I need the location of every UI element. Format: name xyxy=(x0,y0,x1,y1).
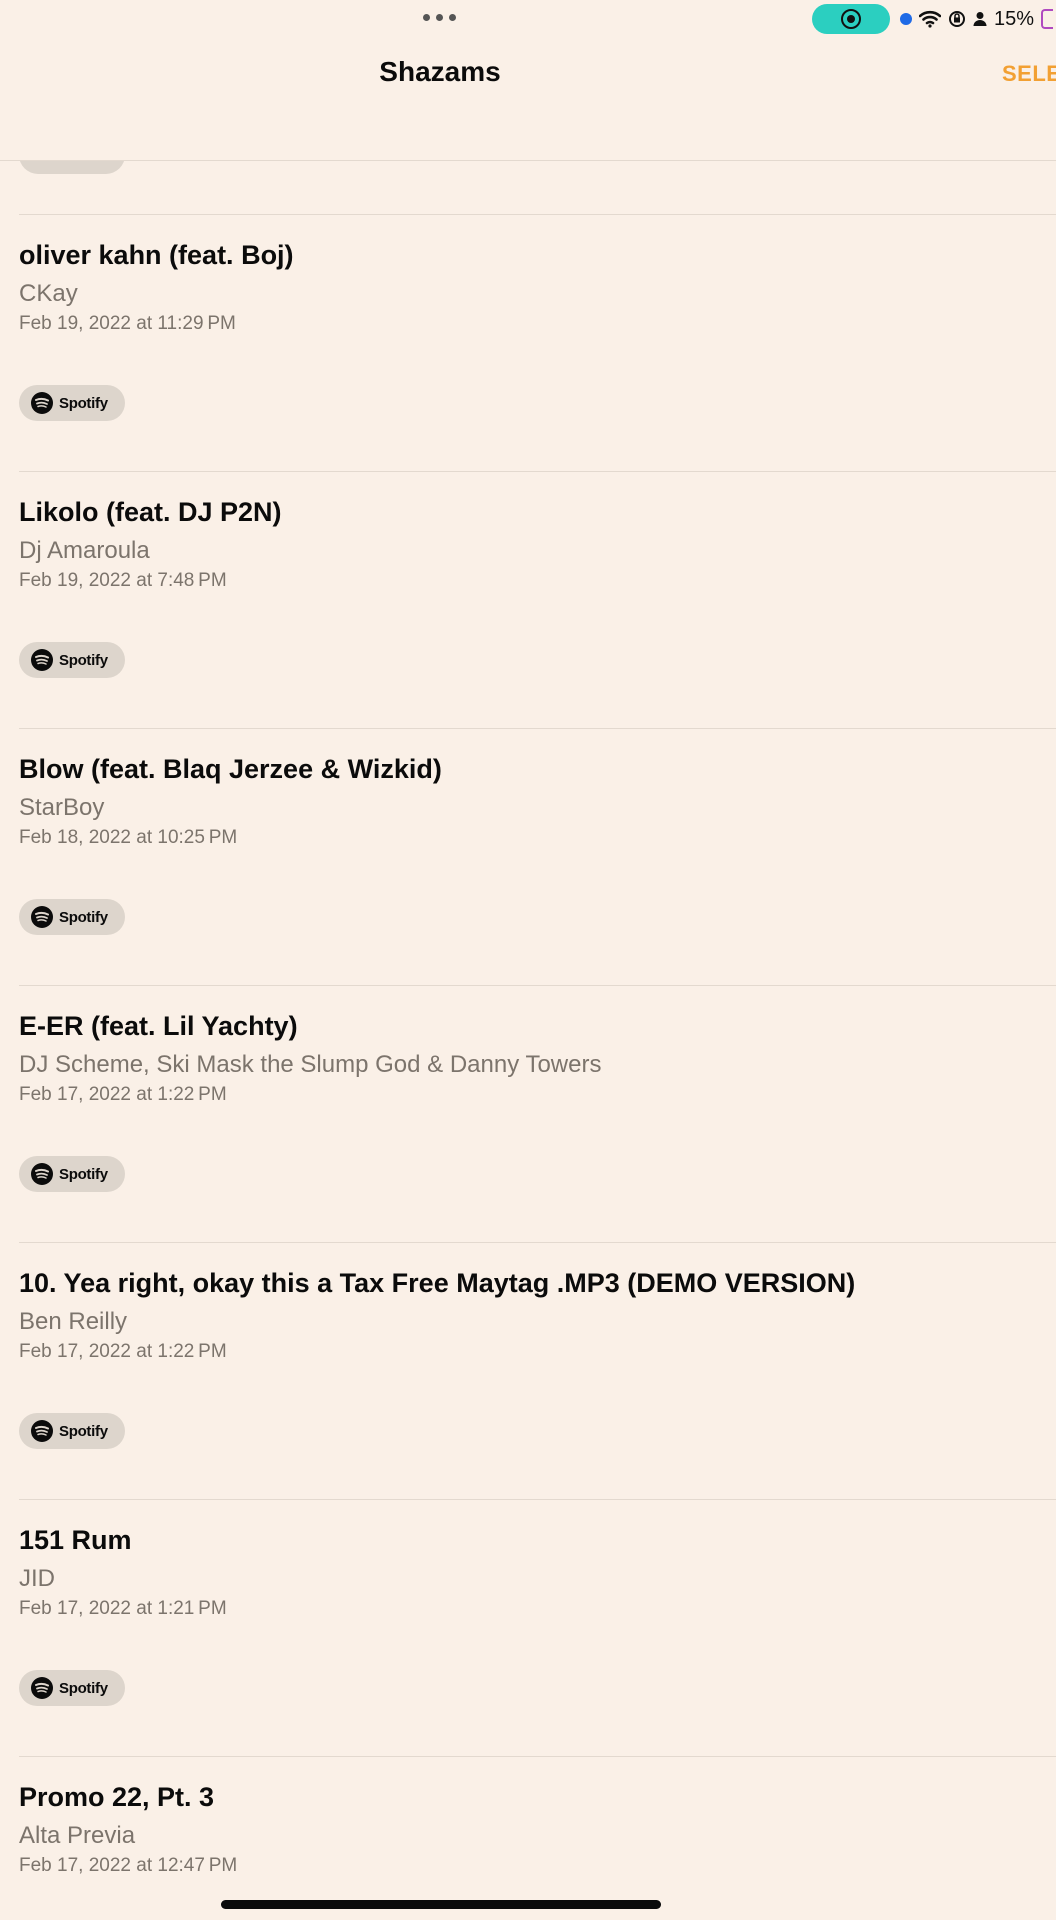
song-artist: CKay xyxy=(19,280,78,307)
status-icons: 15% xyxy=(900,6,1054,32)
header-divider xyxy=(0,160,1056,161)
list-item[interactable]: oliver kahn (feat. Boj) CKay Feb 19, 202… xyxy=(0,214,1056,471)
song-title: 151 Rum xyxy=(19,1525,132,1555)
song-title: E-ER (feat. Lil Yachty) xyxy=(19,1011,298,1041)
location-dot-icon xyxy=(900,13,912,25)
spotify-icon xyxy=(31,392,53,414)
status-bar: 15% xyxy=(0,0,1056,40)
select-button[interactable]: SELE xyxy=(1002,61,1056,87)
song-title: Blow (feat. Blaq Jerzee & Wizkid) xyxy=(19,754,442,784)
battery-percentage: 15% xyxy=(994,7,1035,30)
song-artist: Alta Previa xyxy=(19,1822,136,1849)
page-title: Shazams xyxy=(379,56,501,87)
list-item[interactable]: Blow (feat. Blaq Jerzee & Wizkid) StarBo… xyxy=(0,728,1056,985)
spotify-label: Spotify xyxy=(59,1422,108,1440)
spotify-label: Spotify xyxy=(59,651,108,669)
shazam-date: Feb 17, 2022 at 1:21 PM xyxy=(19,1598,227,1619)
list-item[interactable]: Promo 22, Pt. 3 Alta Previa Feb 17, 2022… xyxy=(0,1756,1056,1920)
battery-icon xyxy=(1041,9,1054,29)
shazam-date: Feb 19, 2022 at 7:48 PM xyxy=(19,570,227,591)
song-artist: StarBoy xyxy=(19,794,105,821)
spotify-button-partial[interactable] xyxy=(19,161,125,174)
open-in-spotify-button[interactable]: Spotify xyxy=(19,385,125,421)
more-dots-icon[interactable] xyxy=(423,14,456,21)
list-item[interactable]: 151 Rum JID Feb 17, 2022 at 1:21 PM Spot… xyxy=(0,1499,1056,1756)
wifi-icon xyxy=(919,10,941,28)
spotify-label: Spotify xyxy=(59,1679,108,1697)
screen-record-indicator[interactable] xyxy=(812,4,890,34)
list-item[interactable]: Likolo (feat. DJ P2N) Dj Amaroula Feb 19… xyxy=(0,471,1056,728)
shazam-date: Feb 17, 2022 at 1:22 PM xyxy=(19,1341,227,1362)
orientation-lock-icon xyxy=(949,11,965,27)
spotify-icon xyxy=(31,1163,53,1185)
song-artist: JID xyxy=(19,1565,55,1592)
song-artist: Dj Amaroula xyxy=(19,537,150,564)
list-item[interactable]: E-ER (feat. Lil Yachty) DJ Scheme, Ski M… xyxy=(0,985,1056,1242)
spotify-label: Spotify xyxy=(59,908,108,926)
open-in-spotify-button[interactable]: Spotify xyxy=(19,1156,125,1192)
song-title: 10. Yea right, okay this a Tax Free Mayt… xyxy=(19,1268,856,1298)
spotify-icon xyxy=(31,649,53,671)
spotify-icon xyxy=(31,1677,53,1699)
song-title: oliver kahn (feat. Boj) xyxy=(19,240,294,270)
shazam-date: Feb 19, 2022 at 11:29 PM xyxy=(19,313,236,334)
person-icon xyxy=(973,12,987,26)
song-title: Promo 22, Pt. 3 xyxy=(19,1782,215,1812)
spotify-icon xyxy=(31,1420,53,1442)
shazam-date: Feb 17, 2022 at 12:47 PM xyxy=(19,1855,238,1876)
spotify-label: Spotify xyxy=(59,394,108,412)
home-indicator[interactable] xyxy=(221,1900,661,1909)
spotify-icon xyxy=(31,906,53,928)
open-in-spotify-button[interactable]: Spotify xyxy=(19,642,125,678)
screen-record-icon xyxy=(841,9,861,29)
shazam-date: Feb 18, 2022 at 10:25 PM xyxy=(19,827,238,848)
song-artist: Ben Reilly xyxy=(19,1308,128,1335)
song-title: Likolo (feat. DJ P2N) xyxy=(19,497,282,527)
spotify-label: Spotify xyxy=(59,1165,108,1183)
list-item[interactable]: 10. Yea right, okay this a Tax Free Mayt… xyxy=(0,1242,1056,1499)
open-in-spotify-button[interactable]: Spotify xyxy=(19,1670,125,1706)
open-in-spotify-button[interactable]: Spotify xyxy=(19,1413,125,1449)
open-in-spotify-button[interactable]: Spotify xyxy=(19,899,125,935)
shazam-library-screen: 15% Shazams SELE oliver kahn (feat. Boj)… xyxy=(0,0,1056,1920)
song-artist: DJ Scheme, Ski Mask the Slump God & Dann… xyxy=(19,1051,602,1078)
shazam-date: Feb 17, 2022 at 1:22 PM xyxy=(19,1084,227,1105)
